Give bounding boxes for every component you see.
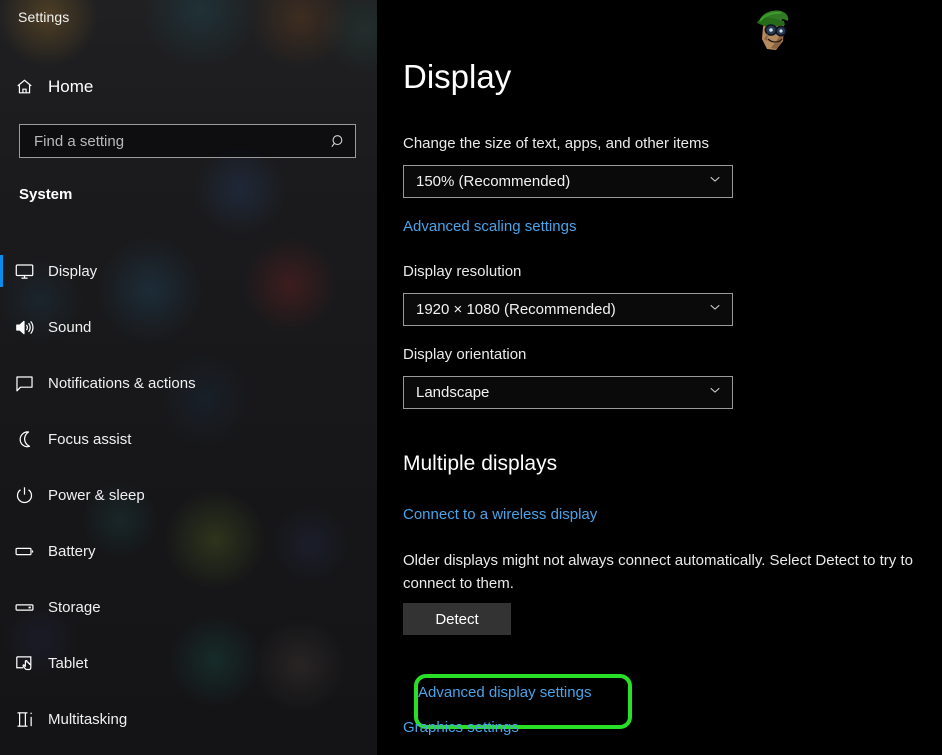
resolution-dropdown-value: 1920 × 1080 (Recommended): [416, 301, 616, 318]
sidebar-item-storage[interactable]: Storage: [0, 579, 377, 635]
chevron-down-icon: [707, 382, 723, 403]
sidebar-item-notifications[interactable]: Notifications & actions: [0, 355, 377, 411]
sidebar-item-battery[interactable]: Battery: [0, 523, 377, 579]
orientation-dropdown[interactable]: Landscape: [403, 376, 733, 409]
sidebar-item-multitasking[interactable]: Multitasking: [0, 691, 377, 747]
advanced-scaling-settings-link[interactable]: Advanced scaling settings: [403, 218, 576, 235]
sidebar-item-power-sleep-label: Power & sleep: [48, 487, 145, 504]
advanced-display-settings-link[interactable]: Advanced display settings: [418, 684, 591, 701]
sidebar-item-home[interactable]: Home: [0, 70, 377, 103]
scale-dropdown[interactable]: 150% (Recommended): [403, 165, 733, 198]
multiple-displays-heading: Multiple displays: [403, 452, 557, 476]
sidebar-item-home-label: Home: [48, 77, 93, 97]
home-icon: [0, 77, 48, 96]
sidebar-item-focus-assist-label: Focus assist: [48, 431, 131, 448]
sidebar-item-power-sleep[interactable]: Power & sleep: [0, 467, 377, 523]
sidebar-nav: Display Sound: [0, 243, 377, 747]
monitor-icon: [0, 261, 48, 282]
battery-icon: [0, 541, 48, 562]
main-content: Display Change the size of text, apps, a…: [377, 0, 942, 755]
graphics-settings-link[interactable]: Graphics settings: [403, 719, 519, 736]
scale-dropdown-value: 150% (Recommended): [416, 173, 570, 190]
search-input[interactable]: [20, 133, 321, 150]
detect-button[interactable]: Detect: [403, 603, 511, 635]
chat-bubble-icon: [0, 373, 48, 394]
selection-indicator: [0, 255, 3, 287]
chevron-down-icon: [707, 299, 723, 320]
scale-label: Change the size of text, apps, and other…: [403, 135, 709, 152]
connect-wireless-display-link[interactable]: Connect to a wireless display: [403, 506, 597, 523]
orientation-label: Display orientation: [403, 346, 526, 363]
sidebar-item-sound[interactable]: Sound: [0, 299, 377, 355]
search-icon[interactable]: [321, 133, 355, 150]
sidebar-item-storage-label: Storage: [48, 599, 101, 616]
sidebar-item-multitasking-label: Multitasking: [48, 711, 127, 728]
sidebar-item-sound-label: Sound: [48, 319, 91, 336]
sidebar-item-battery-label: Battery: [48, 543, 96, 560]
advanced-display-settings-wrapper: Advanced display settings: [403, 658, 591, 701]
sidebar-section-title: System: [19, 186, 72, 203]
tablet-hand-icon: [0, 653, 48, 674]
multiple-displays-description: Older displays might not always connect …: [403, 550, 933, 596]
page-title: Display: [403, 60, 511, 93]
multitasking-icon: [0, 709, 48, 730]
sidebar-item-tablet-label: Tablet: [48, 655, 88, 672]
orientation-dropdown-value: Landscape: [416, 384, 489, 401]
cartoon-character-watermark: [750, 5, 794, 57]
search-box[interactable]: [19, 124, 356, 158]
sidebar-item-display-label: Display: [48, 263, 97, 280]
sidebar: Settings Home: [0, 0, 377, 755]
settings-window: Settings Home: [0, 0, 942, 755]
sidebar-item-tablet[interactable]: Tablet: [0, 635, 377, 691]
sidebar-item-focus-assist[interactable]: Focus assist: [0, 411, 377, 467]
app-title: Settings: [18, 9, 69, 25]
speaker-icon: [0, 317, 48, 338]
moon-icon: [0, 429, 48, 450]
power-icon: [0, 485, 48, 506]
drive-icon: [0, 597, 48, 618]
resolution-dropdown[interactable]: 1920 × 1080 (Recommended): [403, 293, 733, 326]
resolution-label: Display resolution: [403, 263, 521, 280]
sidebar-item-display[interactable]: Display: [0, 243, 377, 299]
chevron-down-icon: [707, 171, 723, 192]
sidebar-item-notifications-label: Notifications & actions: [48, 375, 196, 392]
